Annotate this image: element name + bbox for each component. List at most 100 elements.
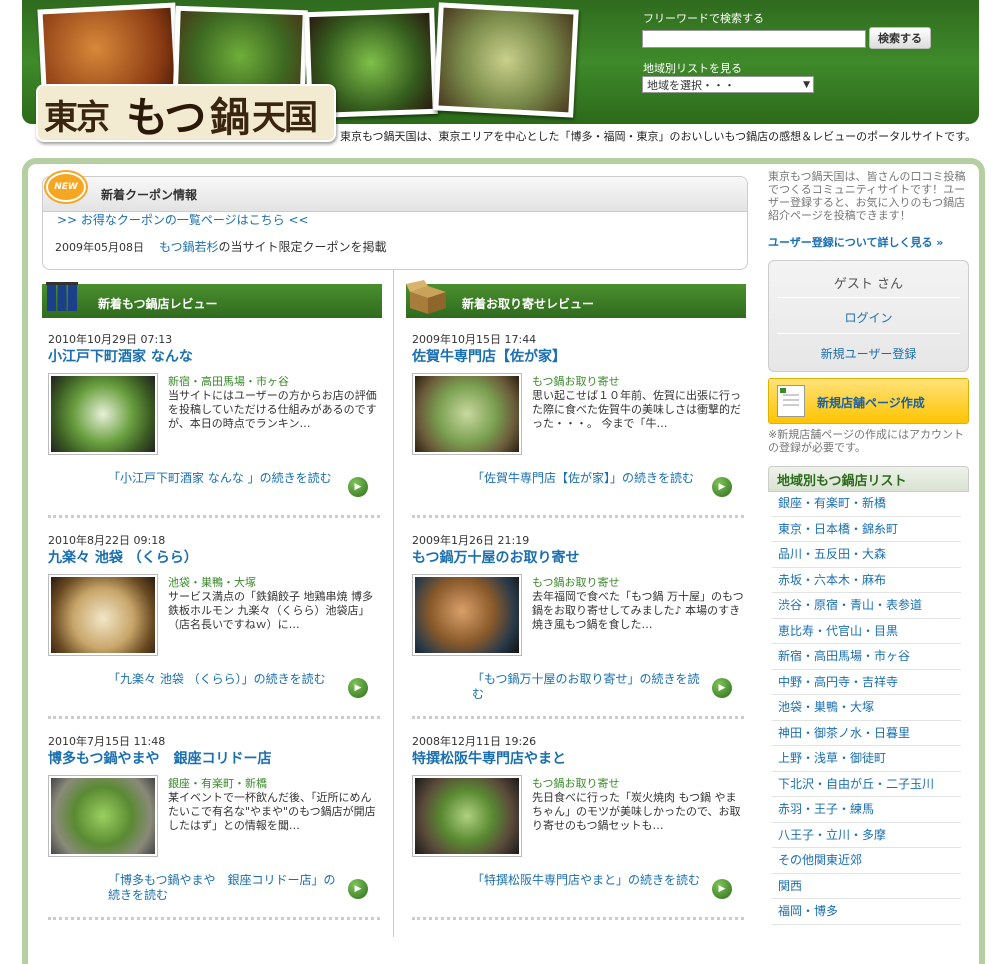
reviews-section-header: 新着もつ鍋店レビュー xyxy=(42,282,382,318)
area-list-item[interactable]: 赤坂・六本木・麻布 xyxy=(772,568,961,593)
order-item: 2009年10月15日 17:44 佐賀牛専門店【佐が家】 もつ鍋お取り寄せ 思… xyxy=(412,331,752,531)
area-list-item[interactable]: 新宿・高田馬場・市ヶ谷 xyxy=(772,644,961,670)
order-read-more-link[interactable]: 「もつ鍋万十屋のお取り寄せ」の続きを読む xyxy=(472,672,708,702)
area-list-item[interactable]: 品川・五反田・大森 xyxy=(772,542,961,568)
coupon-store-link[interactable]: もつ鍋若杉 xyxy=(159,240,219,254)
user-box-separator xyxy=(777,333,960,334)
order-separator xyxy=(412,917,744,920)
review-thumbnail[interactable] xyxy=(48,373,158,455)
area-list-title: 地域別もつ鍋店リスト xyxy=(777,474,907,489)
area-list-item[interactable]: 上野・浅草・御徒町 xyxy=(772,746,961,772)
area-list-item[interactable]: 赤羽・王子・練馬 xyxy=(772,797,961,823)
review-item: 2010年8月22日 09:18 九楽々 池袋 （くらら） 池袋・巣鴨・大塚 サ… xyxy=(48,532,388,732)
order-thumbnail[interactable] xyxy=(412,373,522,455)
review-read-more-link[interactable]: 「小江戸下町酒家 なんな 」の続きを読む xyxy=(108,471,344,486)
area-list-item[interactable]: 福岡・博多 xyxy=(772,899,961,925)
review-thumbnail[interactable] xyxy=(48,574,158,656)
logo-text-3: 鍋 xyxy=(210,94,250,141)
user-box: ゲスト さん ログイン 新規ユーザー登録 xyxy=(768,260,969,372)
order-category-link[interactable]: もつ鍋お取り寄せ xyxy=(532,775,620,791)
logo-text-2: もつ xyxy=(126,93,206,142)
order-date: 2008年12月11日 19:26 xyxy=(412,735,537,748)
order-read-more-link[interactable]: 「特撰松阪牛専門店やまと」の続きを読む xyxy=(472,873,708,888)
review-separator xyxy=(48,917,380,920)
review-category-link[interactable]: 池袋・巣鴨・大塚 xyxy=(168,574,256,590)
order-title-link[interactable]: 佐賀牛専門店【佐が家】 xyxy=(412,346,566,366)
area-list-item[interactable]: 渋谷・原宿・青山・表参道 xyxy=(772,593,961,619)
review-date: 2010年8月22日 09:18 xyxy=(48,534,166,547)
review-title-link[interactable]: 博多もつ鍋やまや 銀座コリドー店 xyxy=(48,748,271,768)
review-separator xyxy=(48,716,380,719)
chevron-down-icon: ▼ xyxy=(803,80,810,90)
user-box-separator xyxy=(777,297,960,298)
area-select[interactable]: 地域を選択・・・ ▼ xyxy=(642,76,814,93)
area-list-item[interactable]: 池袋・巣鴨・大塚 xyxy=(772,695,961,721)
area-select-label: 地域別リストを見る xyxy=(643,62,742,75)
review-thumbnail[interactable] xyxy=(48,775,158,857)
order-category-link[interactable]: もつ鍋お取り寄せ xyxy=(532,373,620,389)
search-input[interactable] xyxy=(642,30,866,48)
new-store-button[interactable]: 新規店舗ページ作成 xyxy=(768,378,969,424)
area-list-item[interactable]: 八王子・立川・多摩 xyxy=(772,823,961,848)
review-read-more-link[interactable]: 「九楽々 池袋 （くらら）」の続きを読む xyxy=(108,672,344,687)
arrow-right-icon[interactable]: ▶ xyxy=(712,879,732,899)
guest-name: ゲスト さん xyxy=(833,277,904,292)
area-list-item[interactable]: 中野・高円寺・吉祥寺 xyxy=(772,670,961,695)
arrow-right-icon[interactable]: ▶ xyxy=(712,678,732,698)
review-category-link[interactable]: 銀座・有楽町・新橋 xyxy=(168,775,267,791)
notepad-icon xyxy=(777,385,805,417)
signup-link[interactable]: 新規ユーザー登録 xyxy=(769,345,968,362)
area-list-item[interactable]: 東京・日本橋・錦糸町 xyxy=(772,517,961,542)
site-tagline: 東京もつ鍋天国は、東京エリアを中心とした「博多・福岡・東京」のおいしいもつ鍋店の… xyxy=(340,130,977,143)
order-category-link[interactable]: もつ鍋お取り寄せ xyxy=(532,574,620,590)
order-thumbnail[interactable] xyxy=(412,574,522,656)
order-description: 思い起こせば１０年前、佐賀に出張に行った際に食べた佐賀牛の美味しさは衝撃的だった… xyxy=(532,389,741,430)
area-list-item[interactable]: 関西 xyxy=(772,874,961,899)
review-title-link[interactable]: 九楽々 池袋 （くらら） xyxy=(48,547,198,567)
order-description: 去年福岡で食べた「もつ鍋 万十屋」のもつ鍋をお取り寄せしてみました♪ 本場のすき… xyxy=(532,590,744,631)
review-description: 某イベントで一杯飲んだ後、「近所にめんたいこで有名な"やまや"のもつ鍋店が開店し… xyxy=(168,791,376,832)
coupon-list-link[interactable]: >> お得なクーポンの一覧ページはこちら << xyxy=(57,211,309,228)
search-button[interactable]: 検索する xyxy=(869,27,931,49)
arrow-right-icon[interactable]: ▶ xyxy=(712,477,732,497)
review-description: サービス満点の「鉄鍋餃子 地鶏串焼 博多鉄板ホルモン 九楽々（くらら）池袋店」（… xyxy=(168,590,373,631)
box-icon xyxy=(406,278,446,314)
area-list: 銀座・有楽町・新橋 東京・日本橋・錦糸町 品川・五反田・大森 赤坂・六本木・麻布… xyxy=(768,491,967,925)
area-list-item[interactable]: 銀座・有楽町・新橋 xyxy=(772,491,961,517)
coupon-text-body: の当サイト限定クーポンを掲載 xyxy=(218,240,387,254)
order-separator xyxy=(412,716,744,719)
arrow-right-icon[interactable]: ▶ xyxy=(348,879,368,899)
logo-text-4: 天国 xyxy=(252,98,318,138)
review-category-link[interactable]: 新宿・高田馬場・市ヶ谷 xyxy=(168,373,289,389)
order-thumbnail[interactable] xyxy=(412,775,522,857)
order-title-link[interactable]: 特撰松阪牛専門店やまと xyxy=(412,748,566,768)
login-link[interactable]: ログイン xyxy=(769,309,968,326)
coupon-box: NEW 新着クーポン情報 >> お得なクーポンの一覧ページはこちら << 200… xyxy=(42,172,748,270)
order-read-more-link[interactable]: 「佐賀牛専門店【佐が家】」の続きを読む xyxy=(472,471,708,486)
area-list-item[interactable]: 下北沢・自由が丘・二子玉川 xyxy=(772,772,961,797)
coupon-text: もつ鍋若杉の当サイト限定クーポンを掲載 xyxy=(159,238,387,255)
reviews-section-title: 新着もつ鍋店レビュー xyxy=(98,297,218,311)
review-title-link[interactable]: 小江戸下町酒家 なんな xyxy=(48,346,193,366)
review-date: 2010年10月29日 07:13 xyxy=(48,333,173,346)
arrow-right-icon[interactable]: ▶ xyxy=(348,477,368,497)
area-list-item[interactable]: その他関東近郊 xyxy=(772,848,961,874)
review-item: 2010年7月15日 11:48 博多もつ鍋やまや 銀座コリドー店 銀座・有楽町… xyxy=(48,733,388,933)
arrow-right-icon[interactable]: ▶ xyxy=(348,678,368,698)
area-list-header: 地域別もつ鍋店リスト xyxy=(768,466,969,492)
order-title-link[interactable]: もつ鍋万十屋のお取り寄せ xyxy=(412,547,579,567)
order-date: 2009年10月15日 17:44 xyxy=(412,333,537,346)
review-read-more-link[interactable]: 「博多もつ鍋やまや 銀座コリドー店」の続きを読む xyxy=(108,873,344,903)
orders-section-title: 新着お取り寄せレビュー xyxy=(462,297,595,311)
review-item: 2010年10月29日 07:13 小江戸下町酒家 なんな 新宿・高田馬場・市ヶ… xyxy=(48,331,388,531)
site-logo[interactable]: 東京 もつ 鍋 天国 xyxy=(36,84,336,142)
new-store-note: ※新規店舗ページの作成にはアカウントの登録が必要です。 xyxy=(768,428,964,454)
sidebar-intro: 東京もつ鍋天国は、皆さんの口コミ投稿でつくるコミュニティサイトです！ユーザー登録… xyxy=(768,170,966,222)
area-list-item[interactable]: 恵比寿・代官山・目黒 xyxy=(772,619,961,644)
register-info-link[interactable]: ユーザー登録について詳しく見る » xyxy=(768,234,943,250)
order-date: 2009年1月26日 21:19 xyxy=(412,534,530,547)
order-item: 2009年1月26日 21:19 もつ鍋万十屋のお取り寄せ もつ鍋お取り寄せ 去… xyxy=(412,532,752,732)
area-list-item[interactable]: 神田・御茶ノ水・日暮里 xyxy=(772,721,961,746)
search-label: フリーワードで検索する xyxy=(643,12,764,25)
new-store-label: 新規店舗ページ作成 xyxy=(817,396,925,410)
